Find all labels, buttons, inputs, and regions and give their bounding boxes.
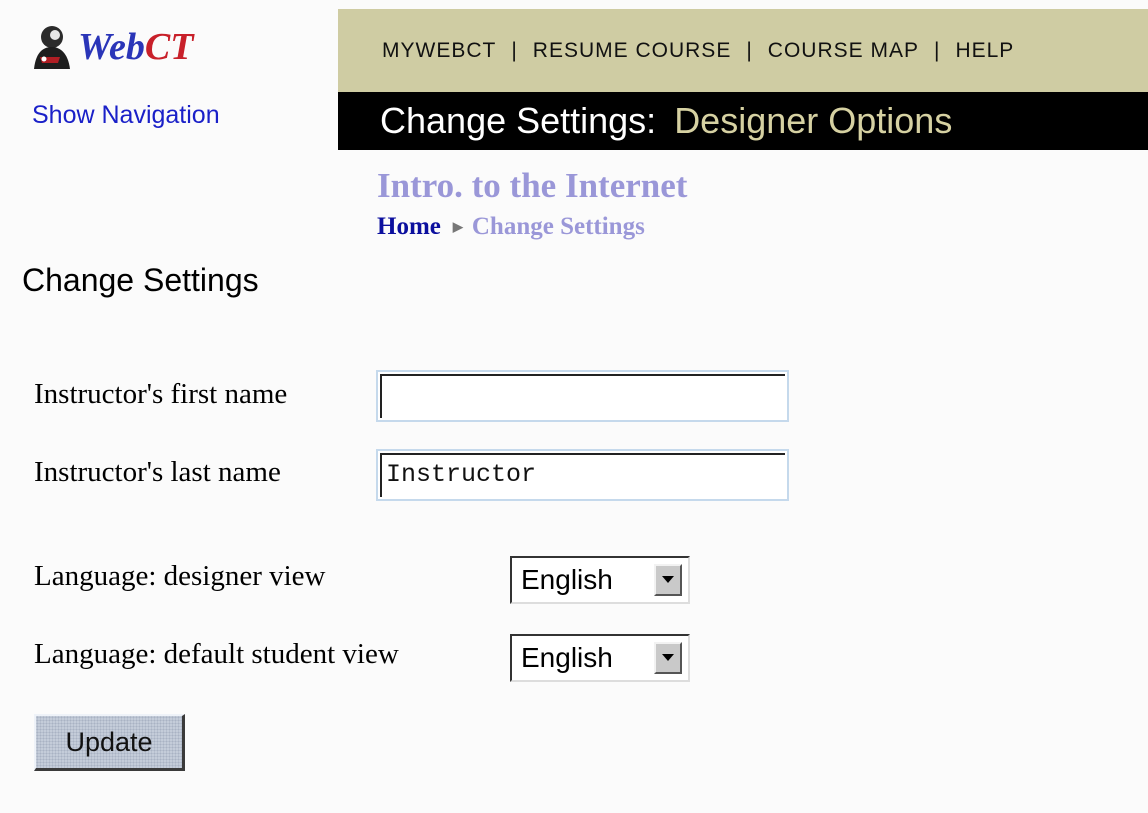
title-section: Designer Options <box>674 100 953 141</box>
show-navigation-link[interactable]: Show Navigation <box>32 101 220 130</box>
first-name-field[interactable] <box>376 370 789 422</box>
nav-separator: | <box>746 38 753 62</box>
first-name-label: Instructor's first name <box>34 378 288 410</box>
top-nav-bar: MYWEBCT | RESUME COURSE | COURSE MAP | H… <box>338 9 1148 92</box>
student-language-selected: English <box>521 642 613 673</box>
breadcrumb: Home ▶ Change Settings <box>377 213 645 241</box>
webct-mascot-icon <box>34 26 70 69</box>
student-language-label: Language: default student view <box>34 638 399 670</box>
designer-language-label: Language: designer view <box>34 560 326 592</box>
webct-logo-text: WebCT <box>78 25 193 69</box>
page-title-bar: Change Settings: Designer Options <box>338 92 1148 150</box>
nav-help[interactable]: HELP <box>955 39 1014 63</box>
breadcrumb-home-link[interactable]: Home <box>377 213 441 241</box>
designer-language-selected: English <box>521 564 613 595</box>
title-prefix: Change Settings: <box>380 100 657 141</box>
breadcrumb-current: Change Settings <box>471 213 645 240</box>
last-name-label: Instructor's last name <box>34 456 281 488</box>
update-button[interactable]: Update <box>34 714 185 771</box>
chevron-down-icon[interactable] <box>654 642 682 674</box>
webct-logo: WebCT <box>26 22 193 72</box>
course-title: Intro. to the Internet <box>377 166 688 205</box>
chevron-down-icon[interactable] <box>654 564 682 596</box>
nav-separator: | <box>933 38 941 62</box>
last-name-value: Instructor <box>386 460 537 489</box>
breadcrumb-arrow-icon: ▶ <box>452 219 463 234</box>
last-name-field[interactable]: Instructor <box>376 449 789 501</box>
page-heading: Change Settings <box>22 262 259 298</box>
nav-separator: | <box>511 38 518 62</box>
logo-text-ct: CT <box>144 26 194 68</box>
nav-course-map[interactable]: COURSE MAP <box>768 39 919 63</box>
nav-mywebct[interactable]: MYWEBCT <box>382 39 496 63</box>
student-language-select[interactable]: English <box>510 634 690 682</box>
designer-language-select[interactable]: English <box>510 556 690 604</box>
nav-resume-course[interactable]: RESUME COURSE <box>533 39 732 63</box>
logo-text-web: Web <box>78 26 145 68</box>
